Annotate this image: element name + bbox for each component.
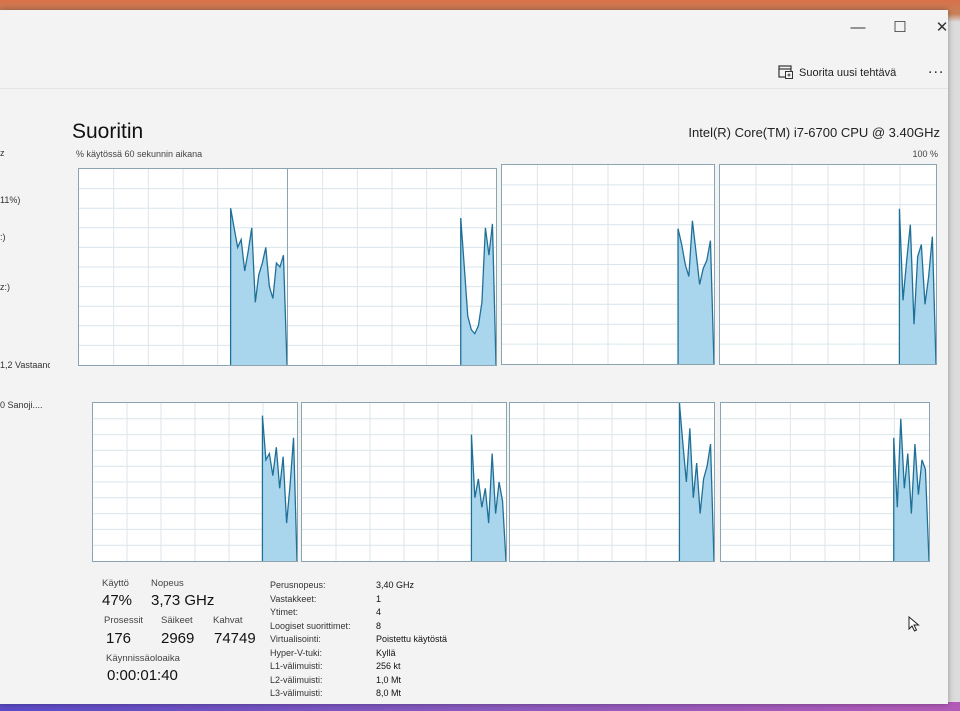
spec-label: Ytimet: [270,607,299,617]
task-manager-window: — ☐ ✕ Suorita uusi tehtävä ... z 11%) :)… [0,10,948,704]
run-task-icon [778,64,793,82]
spec-label: Loogiset suorittimet: [270,620,351,631]
command-bar: Suorita uusi tehtävä ... [0,56,948,89]
handles-value: 74749 [214,630,256,647]
cpu-graph-4 [92,402,298,562]
handles-label: Kahvat [213,615,243,626]
spec-value: 8,0 Mt [376,688,402,698]
utilization-label: Käyttö [102,578,129,589]
cpu-graph-6 [509,402,715,562]
sidebar-fragment[interactable]: 11%) [0,195,20,205]
spec-value: Poistettu käytöstä [376,634,448,644]
speed-value: 3,73 GHz [151,592,215,609]
spec-label: Vastakkeet: [270,593,317,604]
processes-value: 176 [106,630,132,647]
close-button[interactable]: ✕ [920,10,960,44]
spec-value: 1,0 Mt [376,674,402,685]
cpu-page: Suoritin Intel(R) Core(TM) i7-6700 CPU @… [58,90,948,704]
utilization-value: 47% [102,592,133,609]
spec-label: L1-välimuisti: [270,661,323,671]
spec-value: Kyllä [376,647,396,658]
spec-value: 8 [376,620,382,631]
spec-label: L3-välimuisti: [270,688,323,698]
cpu-usage-area [230,208,287,365]
threads-label: Säikeet [161,615,193,626]
mouse-pointer-icon [908,615,920,637]
run-new-task-label: Suorita uusi tehtävä [799,67,897,79]
cpu-graph-1 [287,168,497,366]
cpu-graph-7 [720,402,930,562]
processes-label: Prosessit [104,615,144,626]
cpu-graph-2 [501,164,715,365]
title-bar: — ☐ ✕ [0,10,949,50]
spec-value: 4 [376,607,382,617]
speed-label: Nopeus [151,578,184,589]
more-options-button[interactable]: ... [928,60,944,78]
sidebar-fragment[interactable]: :) [0,232,6,242]
sidebar-fragment[interactable]: 1,2 Vastaanot [0,360,50,370]
uptime-label: Käynnissäoloaika [106,653,180,664]
spec-value: 1 [376,593,382,604]
uptime-value: 0:00:01:40 [107,667,178,684]
spec-label: Virtualisointi: [270,634,321,644]
sidebar-fragment[interactable]: z [0,148,5,158]
cpu-graph-grid [58,90,948,704]
cpu-usage-area [678,220,714,364]
run-new-task-button[interactable]: Suorita uusi tehtävä [778,63,896,83]
spec-value: 256 kt [376,661,401,671]
performance-sidebar: z 11%) :) z:) 1,2 Vastaanot 0 Sanoji.... [0,90,50,704]
threads-value: 2969 [161,630,195,647]
cpu-graph-0 [78,168,288,366]
spec-label: Perusnopeus: [270,580,326,590]
cpu-graph-5 [301,402,507,562]
maximize-button[interactable]: ☐ [878,10,922,44]
cpu-usage-area [893,418,929,561]
cpu-graph-3 [719,164,937,365]
spec-label: Hyper-V-tuki: [270,647,323,658]
cpu-usage-area [679,403,714,561]
sidebar-fragment[interactable]: 0 Sanoji.... [0,400,43,410]
sidebar-fragment[interactable]: z:) [0,282,10,292]
spec-label: L2-välimuisti: [270,674,323,685]
spec-value: 3,40 GHz [376,580,415,590]
minimize-button[interactable]: — [836,10,880,44]
